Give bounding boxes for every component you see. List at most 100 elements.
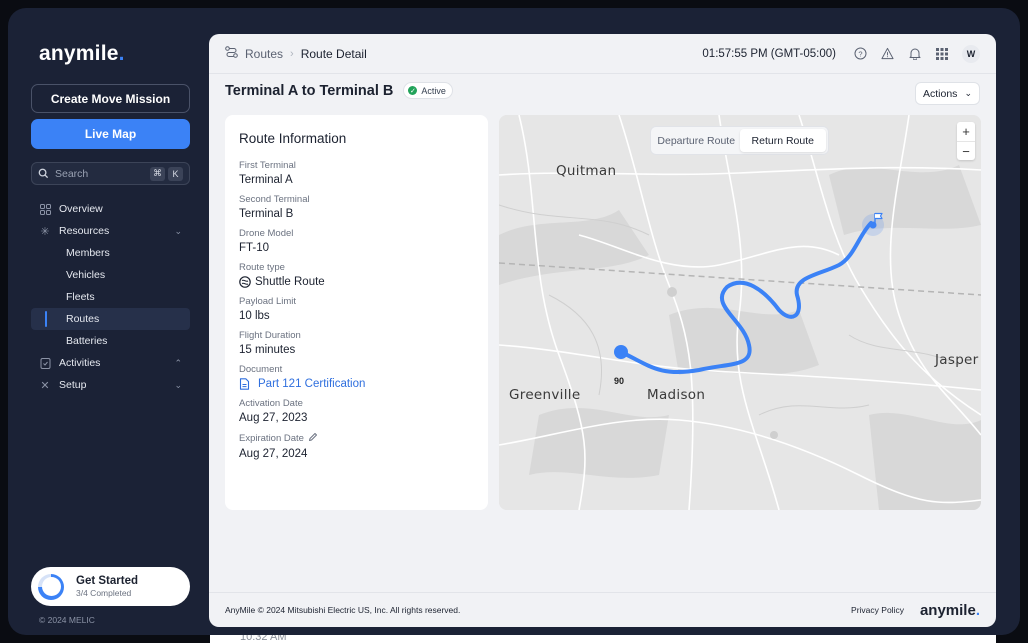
document-field: Document Part 121 Certification [239,364,474,390]
sidebar-item-label: Fleets [66,291,95,303]
first-terminal-field: First Terminal Terminal A [239,160,474,186]
document-link-text[interactable]: Part 121 Certification [258,378,365,390]
search-placeholder: Search [55,167,89,180]
route-map[interactable]: Quitman Greenville Madison Jasper 90 Dep… [499,115,981,510]
create-move-mission-button[interactable]: Create Move Mission [31,84,190,113]
zoom-in-button[interactable]: + [957,122,975,141]
apps-grid-icon[interactable] [935,47,948,60]
route-information-card: Route Information First Terminal Termina… [225,115,488,510]
payload-limit-field: Payload Limit 10 lbs [239,296,474,322]
command-key: ⌘ [150,166,165,181]
sidebar: anymile. Create Move Mission Live Map Se… [8,8,208,635]
app-window: anymile. Create Move Mission Live Map Se… [8,8,1020,635]
field-label: Flight Duration [239,330,301,341]
sidebar-item-vehicles[interactable]: Vehicles [31,264,190,286]
footer-right: Privacy Policy anymile. [851,602,980,619]
document-link[interactable]: Part 121 Certification [239,378,474,390]
sidebar-item-routes[interactable]: Routes [31,308,190,330]
chevron-down-icon: ⌄ [964,88,972,98]
privacy-policy-link[interactable]: Privacy Policy [851,605,904,615]
actions-dropdown[interactable]: Actions ⌄ [915,82,980,105]
sidebar-item-label: Members [66,247,110,259]
field-value-row: Shuttle Route [239,276,474,288]
zoom-out-button[interactable]: − [957,141,975,160]
main-panel: Routes › Route Detail 01:57:55 PM (GMT-0… [209,34,996,627]
sidebar-item-setup[interactable]: ✕ Setup ⌄ [31,374,190,396]
sidebar-item-label: Setup [59,379,87,391]
document-icon [239,378,250,390]
check-icon: ✓ [408,86,418,95]
route-type-field: Route type Shuttle Route [239,262,474,288]
top-bar-actions: 01:57:55 PM (GMT-05:00) ? W [702,44,980,63]
sidebar-item-batteries[interactable]: Batteries [31,330,190,352]
edit-pencil-icon[interactable] [308,432,318,445]
map-label-highway-90: 90 [614,376,625,386]
field-label: Activation Date [239,398,303,409]
top-bar: Routes › Route Detail 01:57:55 PM (GMT-0… [209,34,996,74]
get-started-title: Get Started [76,575,138,587]
field-value: Terminal B [239,208,294,220]
breadcrumb-current: Route Detail [300,46,367,61]
app-logo[interactable]: anymile. [39,42,125,66]
field-value: 10 lbs [239,310,270,322]
shuttle-route-icon [239,276,251,288]
routes-icon [225,46,238,61]
sidebar-item-resources[interactable]: ✳ Resources ⌄ [31,220,190,242]
field-label: Drone Model [239,228,294,239]
map-label-jasper: Jasper [935,352,979,368]
sidebar-item-activities[interactable]: Activities ⌃ [31,352,190,374]
footer-logo: anymile. [919,601,980,619]
tab-departure-route[interactable]: Departure Route [653,129,740,152]
sidebar-item-label: Vehicles [66,269,106,281]
field-value: FT-10 [239,242,270,254]
get-started-widget[interactable]: Get Started 3/4 Completed [31,567,190,606]
chevron-right-icon: › [290,47,294,60]
bell-icon[interactable] [908,47,921,60]
chevron-up-icon: ⌃ [174,357,182,368]
map-label-greenville: Greenville [509,387,581,403]
field-label: First Terminal [239,160,296,171]
breadcrumb-routes-link[interactable]: Routes [245,47,283,61]
avatar[interactable]: W [962,44,980,63]
tab-return-route[interactable]: Return Route [739,129,826,152]
map-zoom-controls: + − [957,122,975,160]
footer: AnyMile © 2024 Mitsubishi Electric US, I… [209,592,996,627]
search-shortcut: ⌘ K [150,166,183,181]
sidebar-item-members[interactable]: Members [31,242,190,264]
field-value: 15 minutes [239,344,296,356]
grid-icon [39,203,51,215]
search-input[interactable]: Search ⌘ K [31,162,190,185]
map-label-quitman: Quitman [556,163,617,179]
sidebar-item-label: Resources [59,225,110,237]
page-title: Terminal A to Terminal B [225,82,394,99]
chevron-down-icon: ⌄ [174,225,182,236]
sidebar-item-label: Routes [66,313,100,325]
sidebar-item-label: Batteries [66,335,108,347]
search-icon [38,168,49,179]
field-value: Terminal A [239,174,293,186]
k-key: K [168,166,183,181]
breadcrumb: Routes › Route Detail [225,46,367,61]
chevron-down-icon: ⌄ [174,379,182,390]
help-icon[interactable]: ? [854,47,867,60]
field-value: Shuttle Route [255,276,325,288]
activation-date-field: Activation Date Aug 27, 2023 [239,398,474,424]
sidebar-item-overview[interactable]: Overview [31,198,190,220]
status-badge: ✓ Active [403,82,453,99]
expiration-date-field: Expiration Date Aug 27, 2024 [239,432,474,460]
map-label-madison: Madison [647,387,706,403]
sidebar-item-fleets[interactable]: Fleets [31,286,190,308]
second-terminal-field: Second Terminal Terminal B [239,194,474,220]
warning-icon[interactable] [881,47,894,60]
field-label: Payload Limit [239,296,297,307]
clock: 01:57:55 PM (GMT-05:00) [702,47,836,60]
get-started-progress: 3/4 Completed [76,588,132,598]
live-map-button[interactable]: Live Map [31,119,190,149]
field-label: Expiration Date [239,433,304,444]
field-label-row: Expiration Date [239,432,474,445]
tools-icon: ✕ [40,379,50,392]
sidebar-copyright: © 2024 MELIC [39,615,95,625]
flight-duration-field: Flight Duration 15 minutes [239,330,474,356]
actions-label: Actions [923,87,958,100]
page-header: Terminal A to Terminal B ✓ Active [225,82,453,99]
